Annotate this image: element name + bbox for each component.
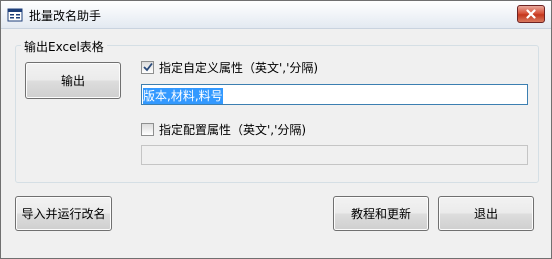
export-button[interactable]: 输出: [25, 62, 121, 99]
close-icon: [526, 9, 536, 19]
config-attrs-checkbox[interactable]: [141, 123, 154, 136]
config-attrs-input[interactable]: [141, 145, 528, 165]
group-title: 输出Excel表格: [21, 38, 107, 55]
checkmark-icon: [143, 62, 153, 72]
window-title: 批量改名助手: [29, 9, 102, 23]
import-run-button[interactable]: 导入并运行改名: [15, 196, 112, 231]
custom-attrs-label: 指定自定义属性（英文','分隔): [159, 61, 319, 75]
custom-attrs-option[interactable]: 指定自定义属性（英文','分隔): [141, 59, 318, 76]
main-window: 批量改名助手 输出Excel表格 输出 指定自定义属性（英文','分隔) 版本,…: [0, 0, 552, 259]
custom-attrs-value: 版本,材料,料号: [143, 88, 223, 104]
exit-button[interactable]: 退出: [438, 196, 534, 231]
title-bar[interactable]: 批量改名助手: [1, 1, 551, 29]
rename-app-icon: [7, 7, 23, 23]
config-attrs-option[interactable]: 指定配置属性（英文','分隔): [141, 121, 306, 138]
custom-attrs-checkbox[interactable]: [141, 61, 154, 74]
tutorial-button[interactable]: 教程和更新: [333, 196, 429, 231]
config-attrs-label: 指定配置属性（英文','分隔): [159, 123, 307, 137]
custom-attrs-input[interactable]: 版本,材料,料号: [141, 84, 528, 105]
close-button[interactable]: [517, 5, 545, 23]
